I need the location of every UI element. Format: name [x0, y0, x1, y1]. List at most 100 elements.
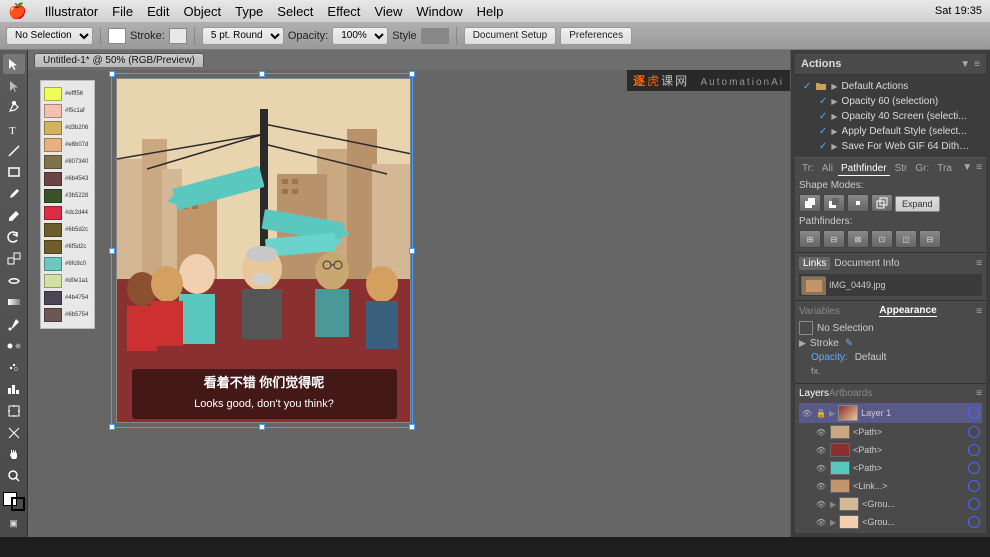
blend-tool[interactable] — [3, 336, 25, 356]
swatch-5[interactable] — [44, 155, 62, 169]
group1-eye[interactable]: 👁 — [815, 499, 827, 509]
appearance-color-box[interactable] — [799, 321, 813, 335]
document-tab[interactable]: Untitled-1* @ 50% (RGB/Preview) — [34, 53, 204, 67]
swatch-7[interactable] — [44, 189, 62, 203]
pathfinder-collapse[interactable]: ▼ — [962, 162, 972, 176]
path-1-eye[interactable]: 👁 — [815, 427, 827, 437]
menu-window[interactable]: Window — [416, 4, 462, 19]
divide-button[interactable]: ⊞ — [799, 230, 821, 248]
path-3-eye[interactable]: 👁 — [815, 463, 827, 473]
layer-1-lock[interactable]: 🔒 — [816, 409, 826, 418]
menu-object[interactable]: Object — [184, 4, 222, 19]
artboards-tab[interactable]: Artboards — [829, 388, 872, 399]
swatch-14[interactable] — [44, 308, 62, 322]
variables-tab[interactable]: Variables — [799, 306, 840, 317]
tab-pathfinder[interactable]: Pathfinder — [838, 162, 890, 176]
expand-button[interactable]: Expand — [895, 196, 940, 212]
layers-tab[interactable]: Layers — [799, 388, 829, 399]
apple-menu[interactable]: 🍎 — [8, 2, 27, 20]
link-item-1[interactable]: IMG_0449.jpg — [799, 274, 982, 296]
actions-folder[interactable]: ✓ ▶ Default Actions — [799, 78, 982, 94]
layer-group-1[interactable]: 👁 ▶ <Grou... — [799, 495, 982, 513]
swatch-10[interactable] — [44, 240, 62, 254]
stroke-weight-select[interactable]: 5 pt. Round — [202, 27, 284, 45]
swatch-3[interactable] — [44, 121, 62, 135]
actions-menu[interactable]: ≡ — [974, 59, 980, 70]
selection-indicator[interactable]: No Selection — [6, 27, 93, 45]
swatch-1[interactable] — [44, 87, 62, 101]
menu-view[interactable]: View — [374, 4, 402, 19]
layer-link[interactable]: 👁 <Link...> — [799, 477, 982, 495]
document-setup-button[interactable]: Document Setup — [464, 27, 557, 45]
links-tab[interactable]: Links — [799, 257, 830, 270]
tab-align[interactable]: Ali — [819, 162, 836, 176]
swatch-2[interactable] — [44, 104, 62, 118]
gradient-tool[interactable] — [3, 293, 25, 313]
link-eye[interactable]: 👁 — [815, 481, 827, 491]
direct-selection-tool[interactable] — [3, 76, 25, 96]
fill-color-box[interactable] — [108, 28, 126, 44]
menu-illustrator[interactable]: Illustrator — [45, 4, 98, 19]
layer-path-2[interactable]: 👁 <Path> — [799, 441, 982, 459]
group2-expand[interactable]: ▶ — [830, 518, 836, 527]
minus-front-button[interactable] — [823, 194, 845, 212]
menu-type[interactable]: Type — [235, 4, 263, 19]
menu-help[interactable]: Help — [477, 4, 504, 19]
swatch-12[interactable] — [44, 274, 62, 288]
layer-1-expand[interactable]: ▶ — [829, 409, 835, 418]
canvas-area[interactable]: Untitled-1* @ 50% (RGB/Preview) #efff56 … — [28, 50, 790, 537]
menu-effect[interactable]: Effect — [327, 4, 360, 19]
eyedropper-tool[interactable] — [3, 314, 25, 334]
symbol-sprayer-tool[interactable] — [3, 358, 25, 378]
rotate-tool[interactable] — [3, 228, 25, 248]
links-menu[interactable]: ≡ — [976, 258, 982, 269]
intersect-button[interactable] — [847, 194, 869, 212]
pencil-tool[interactable] — [3, 206, 25, 226]
swatch-8[interactable] — [44, 206, 62, 220]
trim-button[interactable]: ⊟ — [823, 230, 845, 248]
selection-tool[interactable] — [3, 54, 25, 74]
preferences-button[interactable]: Preferences — [560, 27, 632, 45]
doc-info-tab[interactable]: Document Info — [830, 257, 903, 270]
type-tool[interactable]: T — [3, 119, 25, 139]
tab-gradient[interactable]: Gr: — [912, 162, 932, 176]
layer-path-3[interactable]: 👁 <Path> — [799, 459, 982, 477]
action-item-2[interactable]: ✓ ▶ Opacity 40 Screen (selecti... — [799, 109, 982, 124]
tab-transparency[interactable]: Tra — [934, 162, 955, 176]
stroke-edit-icon[interactable]: ✎ — [845, 338, 853, 349]
exclude-button[interactable] — [871, 194, 893, 212]
fill-stroke-indicator[interactable] — [3, 492, 25, 512]
artwork-canvas[interactable]: 看着不错 你们觉得呢 Looks good, don't you think? — [116, 78, 411, 423]
merge-button[interactable]: ⊠ — [847, 230, 869, 248]
tab-transform[interactable]: Tr: — [799, 162, 817, 176]
swatch-13[interactable] — [44, 291, 62, 305]
outline-button[interactable]: ◫ — [895, 230, 917, 248]
group2-eye[interactable]: 👁 — [815, 517, 827, 527]
layer-1-eye[interactable]: 👁 — [801, 408, 813, 418]
action-item-1[interactable]: ✓ ▶ Opacity 60 (selection) — [799, 94, 982, 109]
stroke-color-box[interactable] — [169, 28, 187, 44]
layer-group-2[interactable]: 👁 ▶ <Grou... — [799, 513, 982, 531]
swatch-6[interactable] — [44, 172, 62, 186]
tab-stroke[interactable]: Str — [892, 162, 911, 176]
swatch-11[interactable] — [44, 257, 62, 271]
style-box[interactable] — [421, 28, 449, 44]
warp-tool[interactable] — [3, 271, 25, 291]
appearance-tab[interactable]: Appearance — [879, 305, 936, 317]
artboard-tool[interactable] — [3, 401, 25, 421]
hand-tool[interactable] — [3, 444, 25, 464]
pathfinder-menu[interactable]: ≡ — [976, 162, 982, 176]
crop-button[interactable]: ⊡ — [871, 230, 893, 248]
path-2-eye[interactable]: 👁 — [815, 445, 827, 455]
menu-select[interactable]: Select — [277, 4, 313, 19]
menu-edit[interactable]: Edit — [147, 4, 169, 19]
layer-group-3[interactable]: 👁 ▶ <Grou... — [799, 531, 982, 533]
slice-tool[interactable] — [3, 423, 25, 443]
scale-tool[interactable] — [3, 249, 25, 269]
group1-expand[interactable]: ▶ — [830, 500, 836, 509]
rectangle-tool[interactable] — [3, 162, 25, 182]
action-item-3[interactable]: ✓ ▶ Apply Default Style (select... — [799, 124, 982, 139]
line-tool[interactable] — [3, 141, 25, 161]
pen-tool[interactable] — [3, 97, 25, 117]
swatch-9[interactable] — [44, 223, 62, 237]
